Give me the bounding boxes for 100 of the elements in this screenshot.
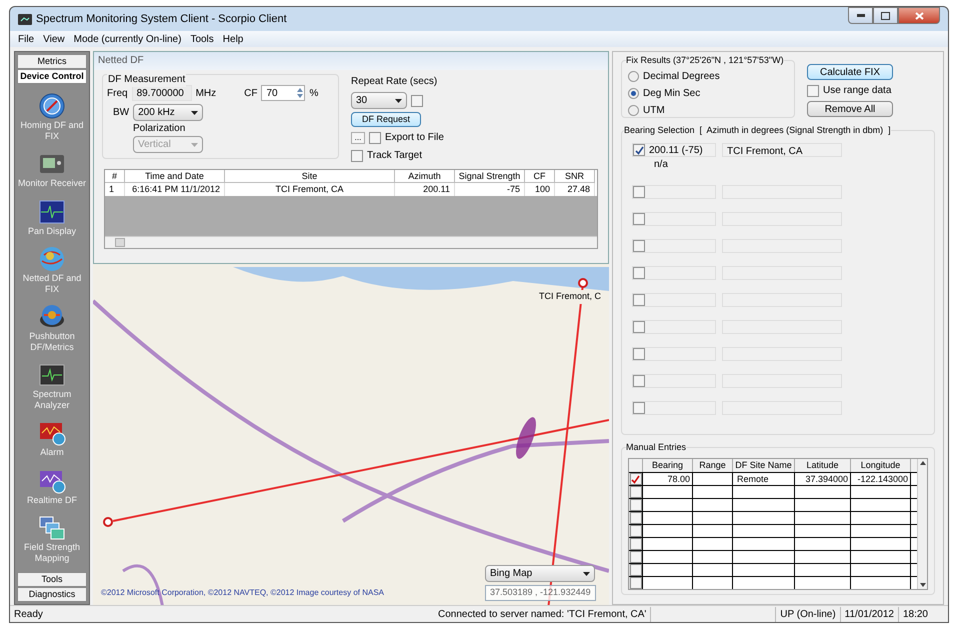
- status-text: Connected to server named: 'TCI Fremont, CA': [434, 606, 652, 622]
- table-cell: 37.394000: [795, 473, 851, 485]
- minimize-button[interactable]: [848, 7, 873, 24]
- maximize-button[interactable]: [873, 7, 898, 24]
- table-cell: Remote: [733, 473, 795, 485]
- column-header[interactable]: Range: [693, 459, 733, 472]
- unit-label: %: [309, 86, 318, 100]
- group-legend: DF Measurement: [107, 72, 186, 87]
- checkbox[interactable]: [633, 144, 645, 156]
- map-copyright: ©2012 Microsoft Corporation, ©2012 NAVTEQ, ©2012 Image courtesy of NASA: [101, 587, 384, 599]
- bearing-note: n/a: [654, 158, 669, 172]
- table-cell: -122.143000: [851, 473, 911, 485]
- map-type-dropdown[interactable]: Bing Map: [485, 565, 595, 582]
- minimize-icon: [856, 14, 864, 17]
- bearing-field[interactable]: [632, 320, 716, 334]
- checkbox[interactable]: [633, 240, 645, 252]
- radio-option[interactable]: Decimal Degrees: [628, 69, 794, 84]
- field-label: Freq: [107, 86, 128, 100]
- sidebar-tab[interactable]: Metrics: [17, 54, 87, 69]
- field-label: CF: [244, 86, 258, 100]
- table-cell: 100: [525, 183, 555, 196]
- column-header[interactable]: Longitude: [851, 459, 911, 472]
- caret-icon: [395, 98, 402, 102]
- table-cell: TCI Fremont, CA: [225, 183, 395, 196]
- bearing-field[interactable]: [632, 293, 716, 307]
- bandwidth-dropdown[interactable]: 200 kHz: [133, 104, 204, 121]
- checkbox-label: Use range data: [823, 84, 892, 98]
- grid-windows-icon: [38, 514, 66, 542]
- radio-option[interactable]: UTM: [628, 103, 794, 118]
- menu-item[interactable]: View: [43, 32, 65, 46]
- caret-icon: [191, 142, 198, 146]
- radio-button[interactable]: [628, 71, 639, 82]
- table-cell: 6:16:41 PM 11/1/2012: [125, 183, 225, 196]
- sidebar-tab[interactable]: Tools: [17, 572, 87, 587]
- check-icon: [631, 474, 640, 484]
- checkbox[interactable]: [633, 267, 645, 279]
- status-text: 18:20: [902, 608, 929, 622]
- checkbox[interactable]: [633, 321, 645, 333]
- checkbox[interactable]: [807, 84, 819, 96]
- caret-icon: [191, 110, 198, 114]
- table-cell: 78.00: [643, 473, 693, 485]
- bearing-field[interactable]: [632, 212, 716, 226]
- group-legend: Fix Results (37°25'26"N , 121°57'53"W): [626, 54, 784, 68]
- field-label: Repeat Rate (secs): [351, 75, 438, 89]
- bearing-field[interactable]: [632, 401, 716, 415]
- status-text: Ready: [14, 608, 44, 622]
- menu-item[interactable]: Tools: [190, 32, 214, 46]
- field-label: Polarization: [133, 123, 186, 134]
- checkbox[interactable]: [633, 348, 645, 360]
- scroll-up-icon: [920, 461, 926, 465]
- bearing-field[interactable]: [632, 347, 716, 361]
- column-header[interactable]: Latitude: [795, 459, 851, 472]
- checkbox-label: Track Target: [367, 149, 422, 163]
- checkbox[interactable]: [633, 375, 645, 387]
- unit-label: MHz: [196, 86, 216, 100]
- calculate-fix-button[interactable]: Calculate FIX: [807, 64, 893, 80]
- table-cell: 200.11: [395, 183, 455, 196]
- checkbox[interactable]: [369, 132, 381, 144]
- checkbox[interactable]: [633, 186, 645, 198]
- column-header[interactable]: DF Site Name: [733, 459, 795, 472]
- column-header[interactable]: Bearing: [643, 459, 693, 472]
- bearing-field[interactable]: [632, 185, 716, 199]
- bearing-field[interactable]: [632, 266, 716, 280]
- checkbox-label: Export to File: [385, 131, 444, 145]
- window-title: Spectrum Monitoring System Client - Scorpio Client: [36, 12, 287, 27]
- cf-spin-field[interactable]: 70: [261, 85, 306, 101]
- oscilloscope-icon: [38, 198, 66, 226]
- compass-icon: [38, 92, 66, 120]
- horizontal-scrollbar[interactable]: [105, 236, 597, 248]
- df-request-button[interactable]: DF Request: [351, 112, 421, 127]
- globe-icon: [38, 244, 66, 273]
- sidebar-tab[interactable]: Diagnostics: [17, 587, 87, 602]
- radio-option[interactable]: Deg Min Sec: [628, 86, 794, 101]
- browse-button[interactable]: ...: [351, 132, 365, 144]
- close-icon: [914, 12, 924, 20]
- status-text: UP (On-line): [775, 606, 841, 622]
- checkbox[interactable]: [633, 213, 645, 225]
- menu-item[interactable]: Help: [222, 32, 244, 46]
- checkbox[interactable]: [633, 294, 645, 306]
- menu-item[interactable]: Mode (currently On-line): [74, 32, 182, 46]
- caret-icon: [583, 572, 590, 576]
- bearing-field[interactable]: [632, 239, 716, 253]
- radio-button[interactable]: [628, 88, 639, 99]
- bearing-field[interactable]: [632, 374, 716, 388]
- radio-button[interactable]: [628, 105, 639, 116]
- checkbox[interactable]: [633, 402, 645, 414]
- remove-all-button[interactable]: Remove All: [807, 101, 893, 117]
- menu-item[interactable]: File: [18, 32, 34, 46]
- repeat-rate-dropdown[interactable]: 30: [351, 92, 407, 109]
- vertical-scrollbar[interactable]: [917, 459, 927, 589]
- status-text: 11/01/2012: [840, 606, 899, 622]
- spin-arrows-icon: [296, 87, 304, 99]
- site-label: TCI Fremont, C: [539, 290, 602, 304]
- checkbox[interactable]: [411, 94, 423, 106]
- checkbox[interactable]: [351, 150, 363, 162]
- close-button[interactable]: [898, 7, 940, 24]
- bearing-field[interactable]: 200.11 (-75): [632, 143, 716, 157]
- sidebar-tab[interactable]: Device Control: [17, 69, 87, 84]
- site-field: TCI Fremont, CA: [722, 143, 842, 157]
- coordinates-field: 37.503189 , -121.932449: [485, 585, 596, 601]
